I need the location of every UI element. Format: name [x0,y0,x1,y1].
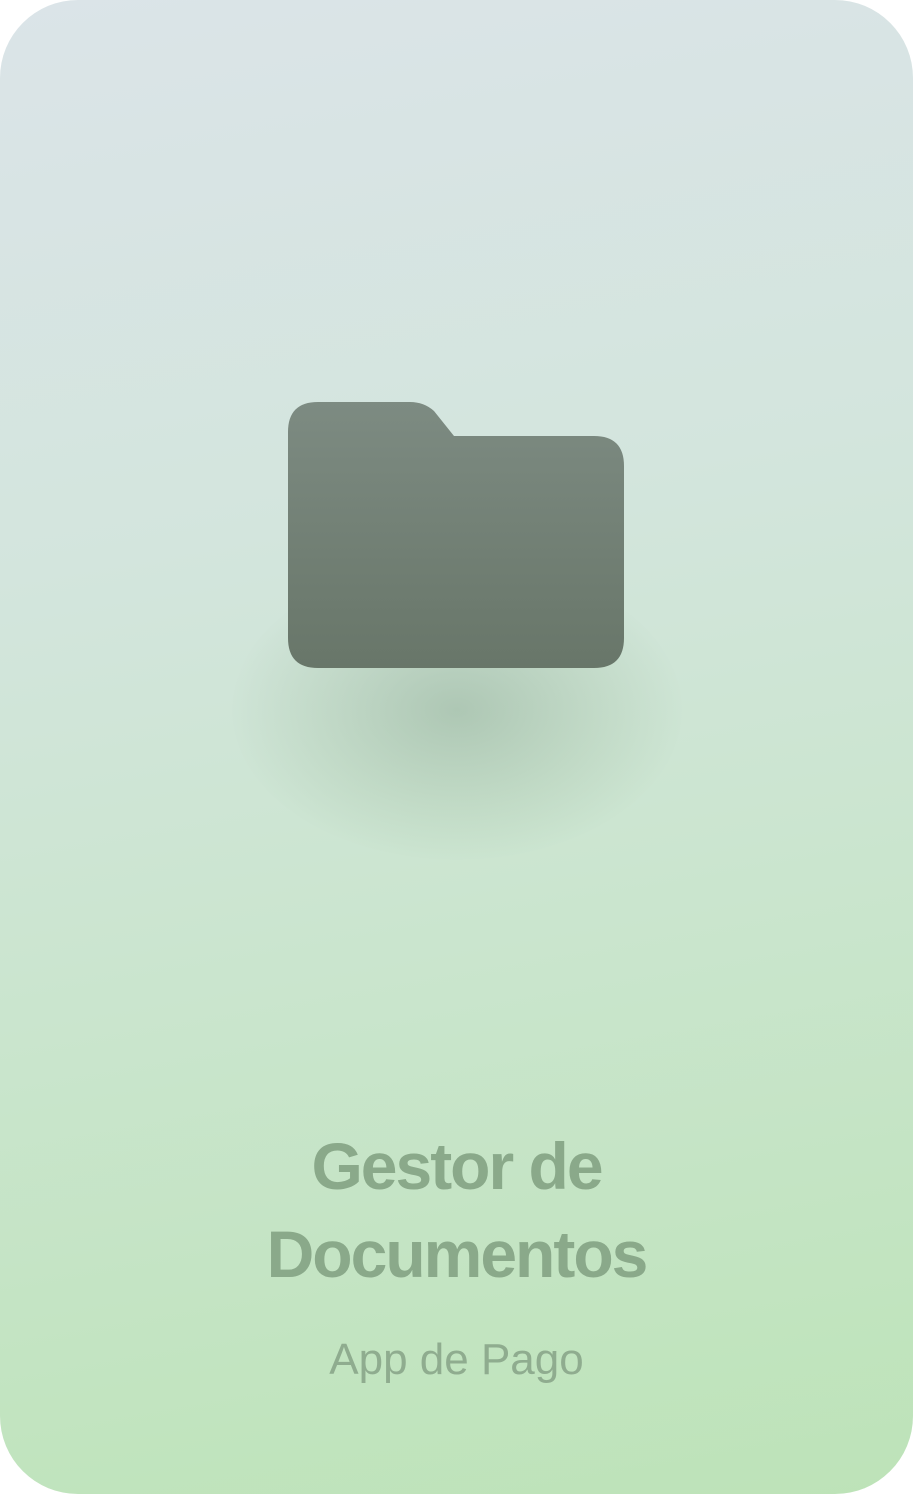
app-title: Gestor de Documentos [0,1122,913,1298]
app-title-line-2: Documentos [266,1217,649,1291]
app-title-line-1: Gestor de [311,1129,603,1203]
app-card[interactable]: Gestor de Documentos App de Pago [0,0,913,1494]
app-subtitle: App de Pago [329,1335,584,1384]
folder-icon [278,392,634,682]
